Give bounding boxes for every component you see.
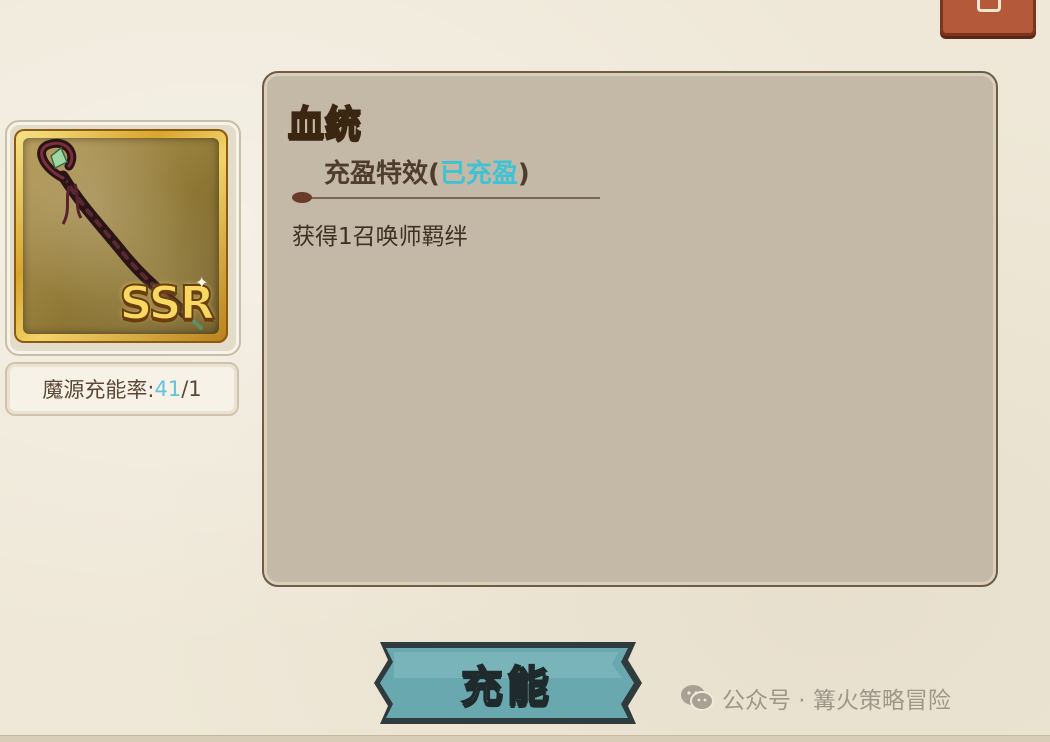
watermark: 公众号 · 篝火策略冒险 (680, 681, 951, 715)
divider-ornament-icon (292, 192, 312, 203)
effect-prefix: 充盈特效( (324, 159, 440, 189)
staff-item-image: SSR ✦ (23, 138, 219, 334)
wechat-icon (681, 685, 714, 711)
effect-heading: 充盈特效(已充盈) (324, 153, 530, 190)
heading-divider (294, 197, 600, 199)
charge-rate-max: /1 (181, 377, 202, 401)
close-tab-icon[interactable] (940, 0, 1036, 36)
charge-rate-value: 41 (154, 377, 182, 401)
effect-suffix: ) (517, 159, 530, 189)
panel-title: 血统 (287, 103, 363, 146)
item-card[interactable]: SSR ✦ (5, 120, 241, 356)
item-gold-border: SSR ✦ (14, 129, 228, 343)
lineage-panel: 血统 充盈特效(已充盈) 获得1召唤师羁绊 (262, 71, 998, 587)
charge-button-label: 充能 (460, 661, 553, 712)
charge-rate-label: 魔源充能率: (42, 378, 155, 402)
charge-button[interactable]: 充能 (366, 638, 648, 728)
watermark-text: 公众号 · 篝火策略冒险 (722, 688, 951, 714)
charge-rate-box: 魔源充能率: 41 /1 (5, 362, 239, 416)
effect-status: 已充盈 (439, 159, 518, 189)
sparkle-icon: ✦ (195, 273, 209, 292)
bottom-border (0, 735, 1050, 742)
effect-description: 获得1召唤师羁绊 (292, 224, 468, 250)
